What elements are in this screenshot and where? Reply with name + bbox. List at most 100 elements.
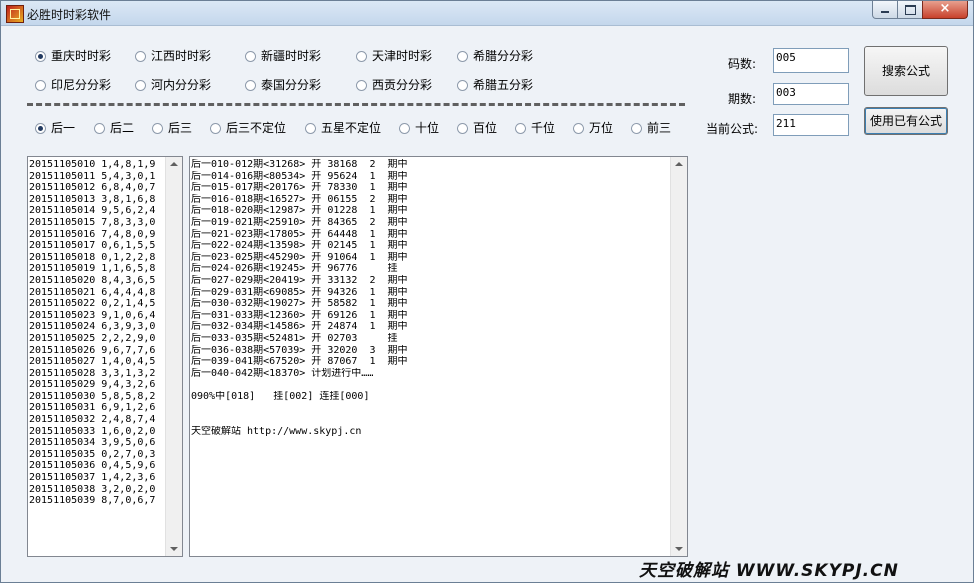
radio-indicator-icon — [457, 80, 468, 91]
result-list-item[interactable]: 后一016-018期<16527> 开 06155 2 期中 — [190, 194, 670, 206]
lottery-type-radio-label: 希腊五分彩 — [473, 78, 534, 92]
history-list-item[interactable]: 20151105014 9,5,6,2,4 — [28, 205, 165, 217]
scroll-up-arrow-icon[interactable] — [170, 162, 178, 166]
history-list-item[interactable]: 20151105011 5,4,3,0,1 — [28, 171, 165, 183]
lottery-type-radio-label: 江西时时彩 — [151, 49, 212, 63]
result-list-item[interactable]: 后一018-020期<12987> 开 01228 1 期中 — [190, 205, 670, 217]
period-count-input[interactable]: 003 — [773, 83, 849, 105]
app-icon — [6, 5, 24, 23]
result-list-item[interactable]: 后一019-021期<25910> 开 84365 2 期中 — [190, 217, 670, 229]
scroll-up-arrow-icon[interactable] — [675, 162, 683, 166]
result-list-item[interactable]: 后一021-023期<17805> 开 64448 1 期中 — [190, 229, 670, 241]
result-list-item[interactable]: 后一031-033期<12360> 开 69126 1 期中 — [190, 310, 670, 322]
result-list-item[interactable] — [190, 414, 670, 426]
history-list-item[interactable]: 20151105019 1,1,6,5,8 — [28, 263, 165, 275]
title-bar[interactable]: 必胜时时彩软件 × — [1, 1, 973, 26]
history-list-item[interactable]: 20151105018 0,1,2,2,8 — [28, 252, 165, 264]
radio-indicator-icon — [457, 51, 468, 62]
radio-indicator-icon — [399, 123, 410, 134]
result-list-item[interactable]: 后一036-038期<57039> 开 32020 3 期中 — [190, 345, 670, 357]
history-list-item[interactable]: 20151105010 1,4,8,1,9 — [28, 159, 165, 171]
result-list-item[interactable]: 后一024-026期<19245> 开 96776 挂 — [190, 263, 670, 275]
result-list-item[interactable]: 后一015-017期<20176> 开 78330 1 期中 — [190, 182, 670, 194]
radio-indicator-icon — [35, 123, 46, 134]
history-list-item[interactable]: 20151105012 6,8,4,0,7 — [28, 182, 165, 194]
result-list-item[interactable] — [190, 379, 670, 391]
history-list-item[interactable]: 20151105030 5,8,5,8,2 — [28, 391, 165, 403]
lottery-type-radio-label: 印尼分分彩 — [51, 78, 112, 92]
history-list-item[interactable]: 20151105025 2,2,2,9,0 — [28, 333, 165, 345]
result-list-item[interactable]: 后一039-041期<67520> 开 87067 1 期中 — [190, 356, 670, 368]
history-list-content: 20151105010 1,4,8,1,9 20151105011 5,4,3,0… — [28, 159, 165, 507]
lottery-type-radio-label: 重庆时时彩 — [51, 49, 112, 63]
history-list-item[interactable]: 20151105034 3,9,5,0,6 — [28, 437, 165, 449]
radio-indicator-icon — [515, 123, 526, 134]
result-list-content: 后一010-012期<31268> 开 38168 2 期中 后一014-016期… — [190, 159, 670, 437]
history-list-item[interactable]: 20151105023 9,1,0,6,4 — [28, 310, 165, 322]
position-radio-label: 千位 — [531, 121, 556, 135]
maximize-button[interactable] — [897, 1, 923, 19]
history-list-item[interactable]: 20151105031 6,9,1,2,6 — [28, 402, 165, 414]
history-list-item[interactable]: 20151105026 9,6,7,7,6 — [28, 345, 165, 357]
history-list-item[interactable]: 20151105020 8,4,3,6,5 — [28, 275, 165, 287]
use-existing-formula-button[interactable]: 使用已有公式 — [864, 107, 948, 135]
result-scrollbar[interactable] — [670, 157, 687, 556]
main-window: 必胜时时彩软件 × 重庆时时彩 江西时时彩 新疆时时彩 天津时时彩 希腊分分彩印尼分分彩… — [0, 0, 974, 583]
lottery-type-radio-label: 天津时时彩 — [372, 49, 433, 63]
history-list-item[interactable]: 20151105029 9,4,3,2,6 — [28, 379, 165, 391]
result-list-item[interactable]: 后一022-024期<13598> 开 02145 1 期中 — [190, 240, 670, 252]
history-scrollbar[interactable] — [165, 157, 182, 556]
history-list[interactable]: 20151105010 1,4,8,1,9 20151105011 5,4,3,0… — [27, 156, 183, 557]
period-count-label: 期数: — [728, 92, 757, 106]
lottery-type-radio-label: 河内分分彩 — [151, 78, 212, 92]
result-list-item[interactable]: 后一010-012期<31268> 开 38168 2 期中 — [190, 159, 670, 171]
current-formula-input[interactable]: 211 — [773, 114, 849, 136]
radio-indicator-icon — [356, 51, 367, 62]
lottery-type-radio-label: 希腊分分彩 — [473, 49, 534, 63]
result-list-item[interactable]: 天空破解站 http://www.skypj.cn — [190, 426, 670, 438]
scroll-down-arrow-icon[interactable] — [675, 547, 683, 551]
radio-indicator-icon — [35, 80, 46, 91]
history-list-item[interactable]: 20151105024 6,3,9,3,0 — [28, 321, 165, 333]
history-list-item[interactable]: 20151105035 0,2,7,0,3 — [28, 449, 165, 461]
result-list-item[interactable] — [190, 402, 670, 414]
history-list-item[interactable]: 20151105013 3,8,1,6,8 — [28, 194, 165, 206]
result-list-item[interactable]: 后一029-031期<69085> 开 94326 1 期中 — [190, 287, 670, 299]
position-radio-label: 十位 — [415, 121, 440, 135]
radio-indicator-icon — [135, 80, 146, 91]
radio-indicator-icon — [94, 123, 105, 134]
code-count-input[interactable]: 005 — [773, 48, 849, 73]
radio-indicator-icon — [245, 51, 256, 62]
history-list-item[interactable]: 20151105021 6,4,4,4,8 — [28, 287, 165, 299]
history-list-item[interactable]: 20151105028 3,3,1,3,2 — [28, 368, 165, 380]
result-list-item[interactable]: 后一030-032期<19027> 开 58582 1 期中 — [190, 298, 670, 310]
result-list-item[interactable]: 后一014-016期<80534> 开 95624 1 期中 — [190, 171, 670, 183]
history-list-item[interactable]: 20151105033 1,6,0,2,0 — [28, 426, 165, 438]
history-list-item[interactable]: 20151105036 0,4,5,9,6 — [28, 460, 165, 472]
scroll-down-arrow-icon[interactable] — [170, 547, 178, 551]
position-radio-label: 前三 — [647, 121, 672, 135]
lottery-type-radio-label: 新疆时时彩 — [261, 49, 322, 63]
result-list-item[interactable]: 后一027-029期<20419> 开 33132 2 期中 — [190, 275, 670, 287]
result-list-item[interactable]: 后一040-042期<18370> 计划进行中…… — [190, 368, 670, 380]
history-list-item[interactable]: 20151105027 1,4,0,4,5 — [28, 356, 165, 368]
minimize-button[interactable] — [872, 1, 898, 19]
result-list-item[interactable]: 后一023-025期<45290> 开 91064 1 期中 — [190, 252, 670, 264]
history-list-item[interactable]: 20151105015 7,8,3,3,0 — [28, 217, 165, 229]
result-list-item[interactable]: 后一033-035期<52481> 开 02703 挂 — [190, 333, 670, 345]
history-list-item[interactable]: 20151105038 3,2,0,2,0 — [28, 484, 165, 496]
radio-indicator-icon — [152, 123, 163, 134]
result-list[interactable]: 后一010-012期<31268> 开 38168 2 期中 后一014-016期… — [189, 156, 688, 557]
history-list-item[interactable]: 20151105022 0,2,1,4,5 — [28, 298, 165, 310]
result-list-item[interactable]: 090%中[018] 挂[002] 连挂[000] — [190, 391, 670, 403]
history-list-item[interactable]: 20151105017 0,6,1,5,5 — [28, 240, 165, 252]
history-list-item[interactable]: 20151105032 2,4,8,7,4 — [28, 414, 165, 426]
result-list-item[interactable]: 后一032-034期<14586> 开 24874 1 期中 — [190, 321, 670, 333]
position-radio-label: 百位 — [473, 121, 498, 135]
search-formula-button[interactable]: 搜索公式 — [864, 46, 948, 96]
window-title: 必胜时时彩软件 — [27, 8, 112, 22]
history-list-item[interactable]: 20151105039 8,7,0,6,7 — [28, 495, 165, 507]
history-list-item[interactable]: 20151105037 1,4,2,3,6 — [28, 472, 165, 484]
history-list-item[interactable]: 20151105016 7,4,8,0,9 — [28, 229, 165, 241]
close-button[interactable]: × — [922, 1, 968, 19]
